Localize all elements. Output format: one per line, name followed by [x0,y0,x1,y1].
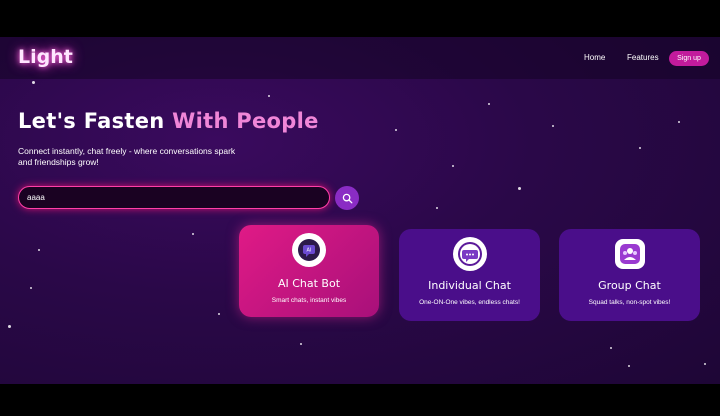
svg-text:AI: AI [307,248,312,254]
nav-link-home[interactable]: Home [584,53,605,62]
star [30,287,32,289]
star [218,313,220,315]
nav-link-features[interactable]: Features [627,53,659,62]
headline-accent: With People [172,109,319,133]
star [678,121,680,123]
logo[interactable]: Light [18,46,73,68]
star [639,147,641,149]
star [488,103,490,105]
card-description: One-ON-One vibes, endless chats! [419,299,520,306]
star [395,129,397,131]
star [300,343,302,345]
star [452,165,454,167]
hero-subtext: Connect instantly, chat freely - where c… [18,146,236,167]
star [268,95,270,97]
chat-bubble-icon [452,237,487,271]
search-button[interactable] [335,186,359,210]
app-viewport: Light Home Features Sign up Let's Fasten… [0,37,720,384]
ai-chat-icon: AI [292,233,326,267]
card-description: Smart chats, instant vibes [271,297,347,304]
card-description: Squad talks, non-spot vibes! [588,299,671,306]
star [628,365,630,367]
card-group-chat[interactable]: Group Chat Squad talks, non-spot vibes! [559,229,700,321]
group-chat-icon [614,239,645,269]
signup-button[interactable]: Sign up [669,51,709,66]
star [38,249,40,251]
star [518,187,521,190]
headline-main: Let's Fasten [18,109,173,133]
search-icon [342,193,352,203]
star [436,207,438,209]
star [8,325,11,328]
navbar: Light Home Features Sign up [0,37,720,79]
hero-headline: Let's Fasten With People [18,109,319,133]
card-ai-chat-bot[interactable]: AI AI Chat Bot Smart chats, instant vibe… [239,225,379,317]
star [704,363,706,365]
star [552,125,554,127]
card-individual-chat[interactable]: Individual Chat One-ON-One vibes, endles… [399,229,540,321]
card-title: AI Chat Bot [277,277,341,290]
star [610,347,612,349]
card-title: Group Chat [598,279,661,292]
card-title: Individual Chat [428,279,511,292]
star [192,233,194,235]
search-input[interactable] [18,186,330,209]
star [32,81,35,84]
